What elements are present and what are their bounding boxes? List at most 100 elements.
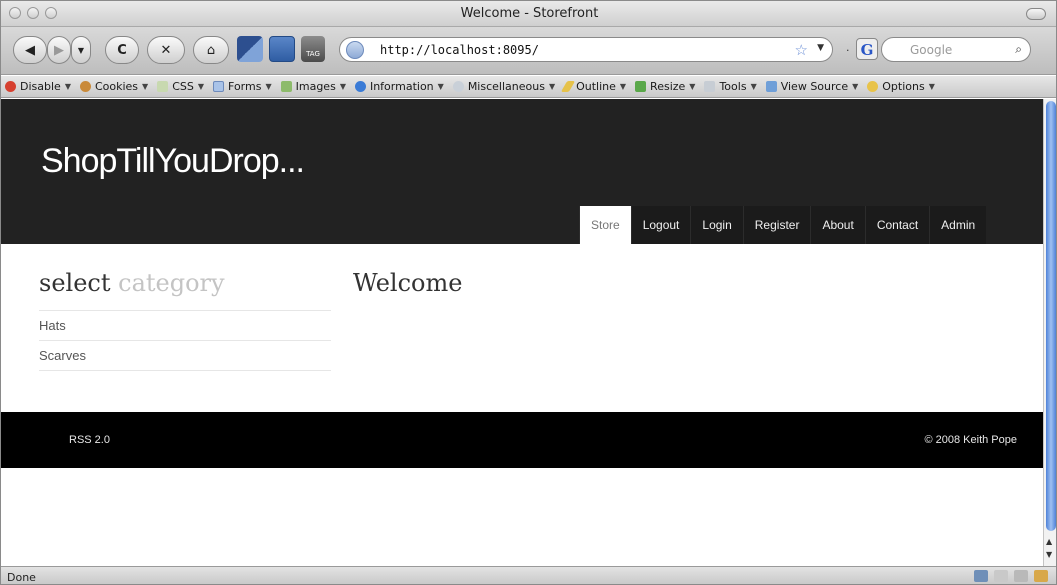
site-footer: RSS 2.0 © 2008 Keith Pope xyxy=(1,412,1043,468)
bookmark-star-icon[interactable]: ☆ xyxy=(795,41,808,59)
devbar-forms[interactable]: Forms ▼ xyxy=(213,80,272,93)
chevron-down-icon: ▼ xyxy=(197,82,205,91)
devbar-tools[interactable]: Tools ▼ xyxy=(704,80,757,93)
category-link-scarves[interactable]: Scarves xyxy=(39,341,331,371)
browser-window: Welcome - Storefront ◀ ▶ ▼ C ✕ ⌂ TAG htt… xyxy=(0,0,1057,585)
pencil-icon xyxy=(560,81,576,92)
back-button[interactable]: ◀ xyxy=(13,36,47,64)
devbar-label: View Source xyxy=(780,80,849,93)
chevron-down-icon: ▼ xyxy=(548,82,556,91)
chevron-down-icon: ▼ xyxy=(265,82,272,91)
chevron-down-icon: ▼ xyxy=(689,82,696,91)
home-icon: ⌂ xyxy=(206,42,216,58)
vertical-scrollbar[interactable]: ▲ ▼ xyxy=(1043,99,1056,566)
devbar-cookies[interactable]: Cookies ▼ xyxy=(79,80,149,93)
site-logo[interactable]: ShopTillYouDrop... xyxy=(41,142,305,181)
address-bar[interactable]: http://localhost:8095/ ☆ ▼ xyxy=(339,37,833,62)
stop-button[interactable]: ✕ xyxy=(147,36,185,64)
page-title: Welcome xyxy=(353,269,463,297)
extension-status-icon[interactable] xyxy=(1034,570,1048,582)
url-dropdown-icon[interactable]: ▼ xyxy=(817,43,824,53)
devbar-information[interactable]: Information ▼ xyxy=(354,80,444,93)
devbar-miscellaneous[interactable]: Miscellaneous ▼ xyxy=(452,80,556,93)
navigation-toolbar: ◀ ▶ ▼ C ✕ ⌂ TAG http://localhost:8095/ ☆… xyxy=(1,27,1056,75)
search-icon[interactable]: ⌕ xyxy=(1015,42,1022,57)
menu-item-about[interactable]: About xyxy=(810,206,865,244)
category-link-hats[interactable]: Hats xyxy=(39,311,331,341)
mail-icon[interactable] xyxy=(1014,570,1028,582)
tag-icon[interactable]: TAG xyxy=(301,36,325,62)
scroll-up-icon[interactable]: ▲ xyxy=(1046,537,1052,546)
devbar-images[interactable]: Images ▼ xyxy=(280,80,346,93)
chevron-down-icon: ▼ xyxy=(142,82,149,91)
image-icon xyxy=(280,81,292,92)
menu-item-contact[interactable]: Contact xyxy=(864,206,930,244)
no-entry-icon xyxy=(5,81,16,92)
stop-icon: ✕ xyxy=(160,42,172,58)
devbar-label: CSS xyxy=(172,80,194,93)
devbar-view-source[interactable]: View Source ▼ xyxy=(765,80,859,93)
css-icon xyxy=(157,81,169,92)
network-icon[interactable] xyxy=(974,570,988,582)
reload-icon: C xyxy=(117,42,127,58)
menu-item-register[interactable]: Register xyxy=(742,206,811,244)
devbar-label: Outline xyxy=(576,80,616,93)
chevron-down-icon: ▼ xyxy=(928,82,935,91)
chevron-down-icon: ▼ xyxy=(437,82,444,91)
devbar-label: Tools xyxy=(719,80,747,93)
category-heading-light: category xyxy=(118,269,225,297)
site-header: ShopTillYouDrop... Store Logout Login Re… xyxy=(1,99,1043,244)
search-engine-separator: · xyxy=(846,44,850,57)
web-developer-toolbar: Disable ▼ Cookies ▼ CSS ▼ Forms ▼ Images ▼ In… xyxy=(1,76,1056,98)
misc-icon xyxy=(452,81,464,92)
home-button[interactable]: ⌂ xyxy=(193,36,229,64)
devbar-disable[interactable]: Disable ▼ xyxy=(5,80,71,93)
source-icon xyxy=(765,81,777,92)
devbar-label: Options xyxy=(882,80,925,93)
chevron-down-icon: ▼ xyxy=(64,82,71,91)
main-menu: Store Logout Login Register About Contac… xyxy=(579,206,987,244)
forms-icon xyxy=(213,81,225,92)
site-identity-icon[interactable] xyxy=(346,41,364,59)
category-heading-dark: select xyxy=(39,269,111,297)
title-bar: Welcome - Storefront xyxy=(1,1,1056,27)
status-text: Done xyxy=(7,571,36,584)
forward-arrow-icon: ▶ xyxy=(54,42,64,58)
save-page-icon[interactable] xyxy=(269,36,295,62)
history-dropdown-button[interactable]: ▼ xyxy=(71,36,91,64)
toolbar-toggle-icon[interactable] xyxy=(1026,8,1046,20)
devbar-label: Disable xyxy=(20,80,61,93)
devbar-resize[interactable]: Resize ▼ xyxy=(635,80,695,93)
devbar-label: Images xyxy=(295,80,336,93)
chevron-down-icon: ▼ xyxy=(619,82,627,91)
chevron-down-icon: ▼ xyxy=(77,45,85,55)
back-arrow-icon: ◀ xyxy=(25,42,35,58)
devbar-outline[interactable]: Outline ▼ xyxy=(560,80,627,93)
extension-icon[interactable] xyxy=(237,36,263,62)
resize-icon xyxy=(635,81,647,92)
search-placeholder: Google xyxy=(910,43,953,57)
category-heading: select category xyxy=(39,269,331,311)
forward-button[interactable]: ▶ xyxy=(47,36,71,64)
url-text[interactable]: http://localhost:8095/ xyxy=(380,43,539,57)
status-bar: Done xyxy=(1,566,1056,584)
devbar-options[interactable]: Options ▼ xyxy=(867,80,935,93)
menu-item-logout[interactable]: Logout xyxy=(630,206,691,244)
devbar-css[interactable]: CSS ▼ xyxy=(157,80,204,93)
menu-item-login[interactable]: Login xyxy=(690,206,743,244)
category-sidebar: select category Hats Scarves xyxy=(39,269,331,371)
devbar-label: Miscellaneous xyxy=(467,80,545,93)
wrench-icon xyxy=(704,81,716,92)
menu-item-admin[interactable]: Admin xyxy=(929,206,987,244)
devbar-label: Resize xyxy=(650,80,686,93)
addon-icon[interactable] xyxy=(994,570,1008,582)
chevron-down-icon: ▼ xyxy=(852,82,859,91)
page-viewport: ShopTillYouDrop... Store Logout Login Re… xyxy=(1,99,1043,566)
scroll-down-icon[interactable]: ▼ xyxy=(1046,550,1052,559)
reload-button[interactable]: C xyxy=(105,36,139,64)
google-icon[interactable]: G xyxy=(856,38,878,60)
menu-item-store[interactable]: Store xyxy=(579,206,631,244)
rss-link[interactable]: RSS 2.0 xyxy=(69,434,110,446)
scrollbar-thumb[interactable] xyxy=(1046,101,1056,531)
search-field[interactable]: G Google ⌕ xyxy=(856,37,1031,62)
